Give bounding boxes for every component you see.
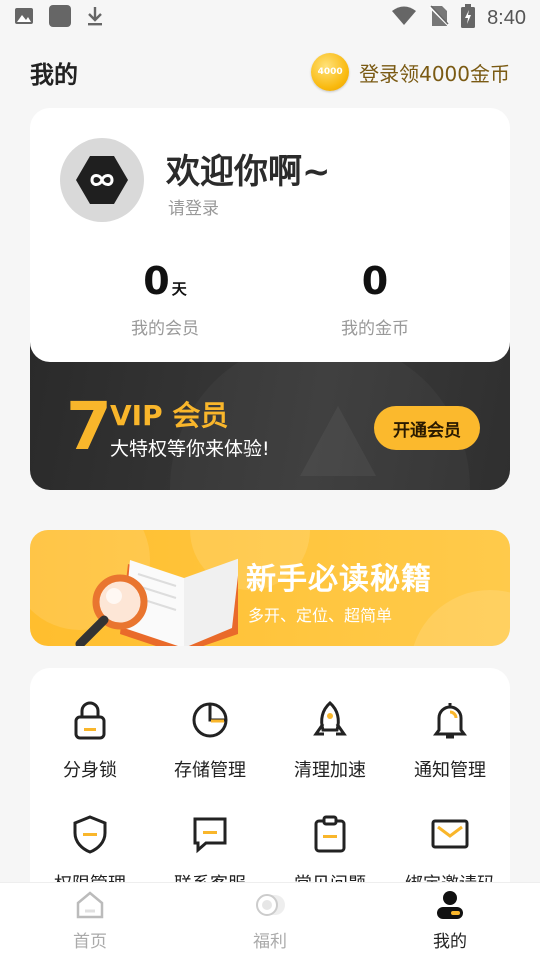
vip-number: 7	[66, 388, 112, 465]
nav-mine[interactable]: 我的	[360, 883, 540, 960]
wifi-icon	[391, 6, 417, 31]
mail-icon	[431, 819, 469, 849]
page-header: 我的 4000 登录领4000金币	[30, 48, 510, 96]
shield-icon	[73, 815, 107, 854]
pie-chart-icon	[192, 702, 228, 738]
book-magnifier-icon	[75, 558, 238, 646]
nav-label: 首页	[73, 932, 107, 952]
status-bar: 8:40	[0, 0, 540, 36]
tool-notifications[interactable]: 通知管理	[390, 700, 510, 782]
coin-icon: 4000	[311, 53, 350, 91]
avatar[interactable]	[60, 138, 144, 222]
user-icon	[437, 891, 463, 919]
download-icon	[86, 5, 104, 32]
member-days-value: 0	[143, 259, 170, 303]
bell-icon	[433, 703, 467, 739]
coin-toggle-icon	[256, 894, 285, 916]
open-vip-button[interactable]: 开通会员	[374, 406, 480, 450]
guide-subtitle: 多开、定位、超简单	[248, 606, 393, 625]
nav-label: 我的	[433, 932, 467, 952]
login-link[interactable]: 请登录	[168, 194, 219, 219]
profile-summary: 欢迎你啊~ 请登录 0天 我的会员 0 我的金币	[30, 108, 510, 362]
coins-stat[interactable]: 0 我的金币	[295, 258, 455, 339]
tool-clean-speed[interactable]: 清理加速	[270, 700, 390, 782]
tool-label: 存储管理	[174, 760, 246, 781]
member-days-unit: 天	[171, 280, 187, 298]
clock: 8:40	[487, 6, 526, 29]
vip-decoration-triangle	[300, 406, 376, 476]
vip-title: VIP 会员	[110, 399, 229, 432]
tool-clone-lock[interactable]: 分身锁	[30, 700, 150, 782]
rocket-icon	[313, 701, 347, 736]
page-title: 我的	[30, 60, 78, 89]
clipboard-icon	[314, 815, 346, 853]
nav-welfare[interactable]: 福利	[180, 883, 360, 960]
battery-icon	[461, 3, 476, 33]
infinity-logo-icon	[76, 156, 128, 204]
profile-card: 7 VIP 会员 大特权等你来体验! 开通会员 欢迎你啊~ 请登录 0天 我的会…	[30, 108, 510, 490]
member-label: 我的会员	[131, 319, 199, 339]
beginner-guide-banner[interactable]: 新手必读秘籍 多开、定位、超简单	[30, 530, 510, 646]
welcome-text: 欢迎你啊~	[166, 152, 331, 192]
guide-title: 新手必读秘籍	[246, 562, 432, 597]
tool-label: 分身锁	[63, 760, 117, 781]
nav-label: 福利	[253, 932, 287, 952]
coins-label: 我的金币	[341, 319, 409, 339]
banner-decoration	[410, 590, 510, 646]
tool-storage[interactable]: 存储管理	[150, 700, 270, 782]
lock-icon	[74, 701, 106, 740]
home-icon	[76, 891, 104, 919]
bottom-nav: 首页 福利 我的	[0, 882, 540, 960]
app-icon	[48, 4, 72, 33]
image-icon	[14, 6, 34, 30]
vip-subtitle: 大特权等你来体验!	[110, 438, 270, 460]
coin-promo-text: 登录领4000金币	[359, 61, 510, 86]
member-stat[interactable]: 0天 我的会员	[85, 258, 245, 339]
chat-icon	[193, 817, 227, 854]
tool-label: 清理加速	[294, 760, 366, 781]
tool-label: 通知管理	[414, 760, 486, 781]
nav-home[interactable]: 首页	[0, 883, 180, 960]
login-coin-promo[interactable]: 4000 登录领4000金币	[311, 53, 510, 91]
coins-value: 0	[361, 259, 389, 303]
no-sim-icon	[429, 4, 449, 32]
